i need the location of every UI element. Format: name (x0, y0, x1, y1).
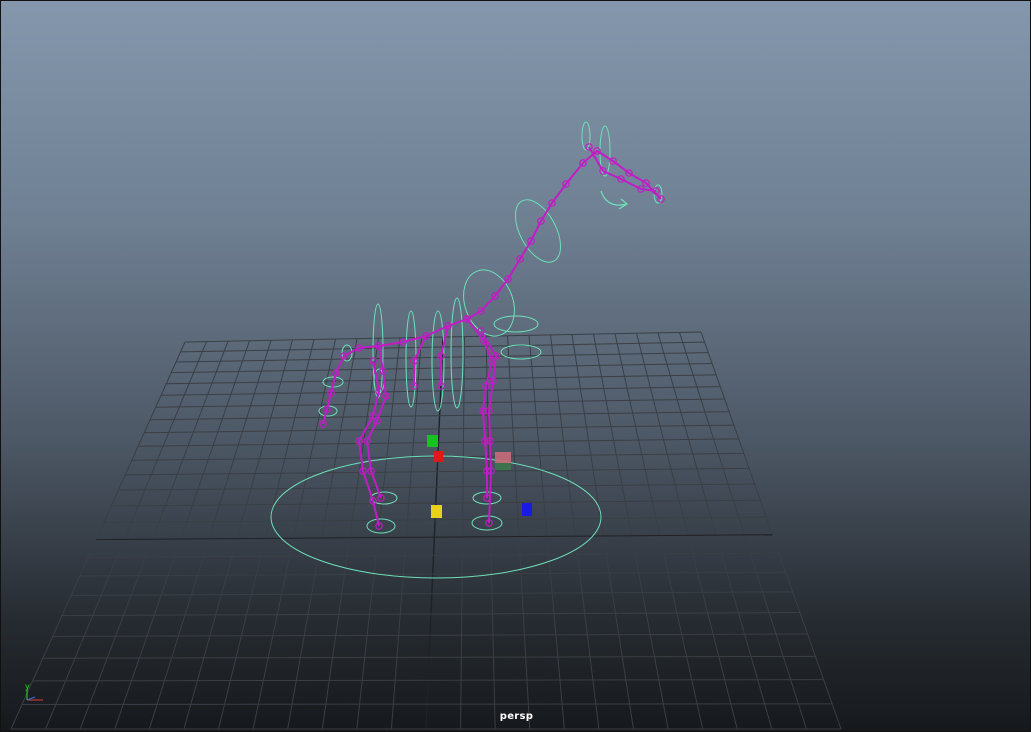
grid-line (528, 335, 565, 730)
pink-ik-handle-base[interactable] (495, 463, 511, 470)
spine-control-4[interactable] (450, 297, 464, 409)
grid-line (79, 340, 229, 730)
neck-control[interactable] (506, 193, 570, 270)
jaw-arrow-control[interactable] (600, 190, 629, 210)
front-foot-control-right[interactable] (471, 515, 503, 531)
shoulder-control[interactable] (493, 315, 539, 333)
grid-line (571, 334, 634, 730)
grid-line (425, 336, 444, 730)
pink-ik-handle[interactable] (495, 452, 511, 463)
grid-line (22, 703, 833, 705)
blue-ik-handle[interactable] (522, 503, 532, 516)
scene-canvas[interactable] (1, 1, 1031, 732)
grid-line (550, 334, 600, 730)
grid-line (507, 335, 531, 730)
grid-line (252, 338, 336, 730)
grid-line (10, 341, 186, 730)
grid-line (148, 340, 272, 730)
hind-foot-control-right[interactable] (366, 518, 396, 534)
grid-line (614, 333, 704, 730)
yellow-ik-handle[interactable] (431, 505, 442, 518)
grid-line (679, 332, 807, 730)
grid-line (32, 679, 824, 682)
green-ik-handle[interactable] (427, 435, 438, 447)
grid-line (218, 339, 315, 730)
horse-rig[interactable] (270, 121, 665, 579)
grid-line (390, 337, 422, 730)
red-ik-handle[interactable] (434, 451, 443, 462)
axis-y-label: y (25, 682, 30, 691)
axis-gizmo-icon: y (19, 681, 53, 705)
grid-line (183, 339, 293, 730)
perspective-viewport[interactable]: y persp (0, 0, 1031, 732)
ground-grid (10, 331, 842, 730)
bone-chain[interactable] (378, 295, 496, 347)
grid-line (287, 338, 358, 730)
shoulder-control-2[interactable] (500, 344, 542, 360)
grid-line (657, 332, 773, 730)
grid-line (593, 333, 669, 730)
camera-name-label: persp (499, 711, 534, 722)
